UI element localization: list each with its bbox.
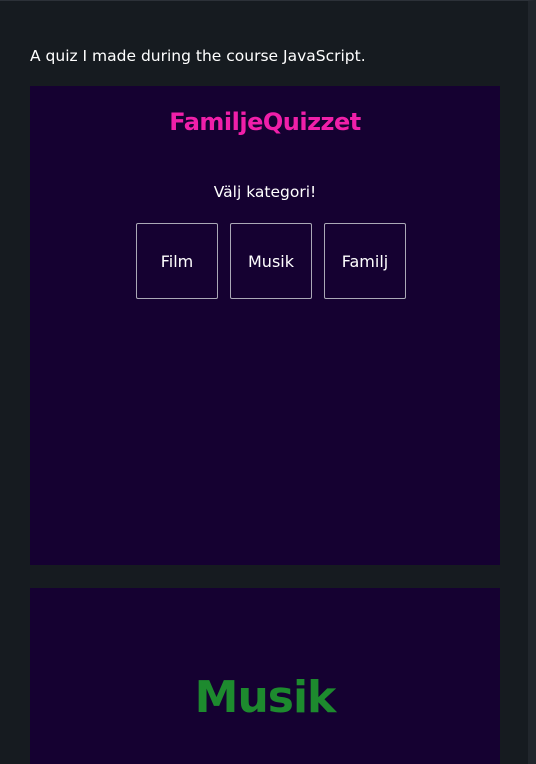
category-button-familj[interactable]: Familj bbox=[324, 223, 406, 299]
musik-title: Musik bbox=[194, 672, 337, 723]
category-buttons: Film Musik Familj bbox=[136, 223, 406, 299]
quiz-screenshot: FamiljeQuizzet Välj kategori! Film Musik… bbox=[30, 86, 500, 565]
category-prompt: Välj kategori! bbox=[213, 183, 317, 201]
intro-text: A quiz I made during the course JavaScri… bbox=[30, 47, 366, 65]
musik-screenshot: Musik bbox=[30, 588, 500, 764]
category-button-film[interactable]: Film bbox=[136, 223, 218, 299]
category-button-musik[interactable]: Musik bbox=[230, 223, 312, 299]
quiz-title: FamiljeQuizzet bbox=[169, 108, 361, 136]
page: A quiz I made during the course JavaScri… bbox=[0, 0, 536, 764]
